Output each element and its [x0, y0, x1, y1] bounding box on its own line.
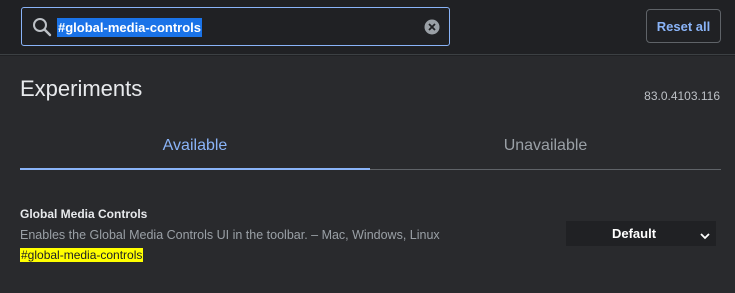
experiment-link[interactable]: #global-media-controls	[20, 248, 144, 262]
reset-all-button[interactable]: Reset all	[646, 9, 721, 43]
page-title: Experiments	[20, 76, 143, 101]
experiment-select[interactable]: Default	[566, 221, 716, 246]
header-bar: #global-media-controls Reset all	[0, 0, 735, 55]
experiment-name: Global Media Controls	[20, 207, 148, 221]
main-panel: Experiments 83.0.4103.116 Available Unav…	[0, 56, 735, 293]
experiment-description: Enables the Global Media Controls UI in …	[20, 228, 440, 242]
search-value[interactable]: #global-media-controls	[57, 18, 203, 37]
tab-unavailable[interactable]: Unavailable	[370, 123, 721, 169]
select-value: Default	[611, 226, 657, 241]
clear-icon[interactable]	[424, 19, 440, 35]
search-icon	[31, 16, 53, 38]
chevron-down-icon	[700, 229, 710, 240]
version-label: 83.0.4103.116	[644, 89, 720, 103]
tab-available[interactable]: Available	[20, 123, 370, 170]
tab-bar: Available Unavailable	[20, 123, 721, 170]
search-input[interactable]: #global-media-controls	[21, 7, 450, 46]
